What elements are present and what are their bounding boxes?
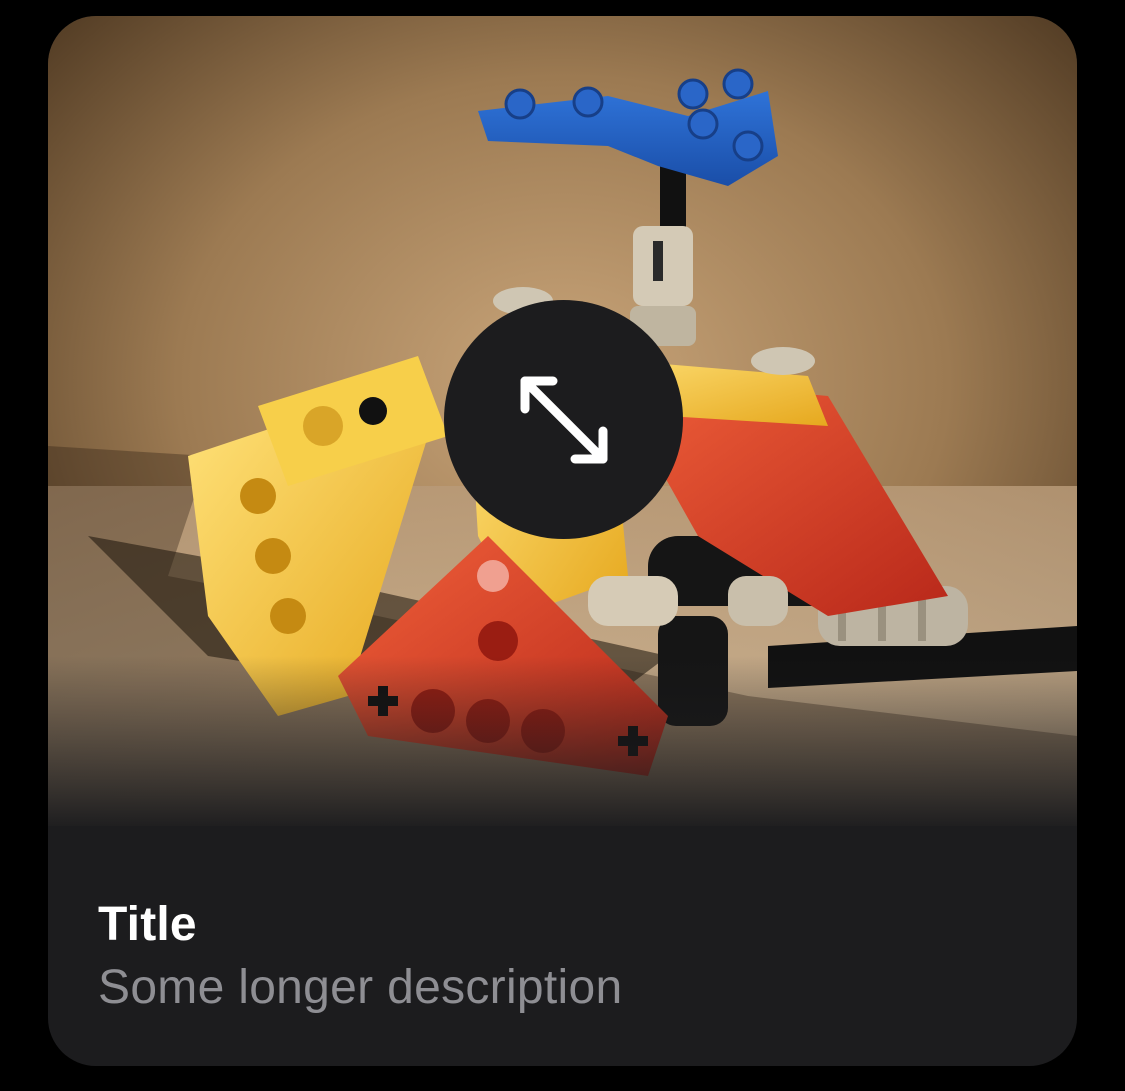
image-fade-overlay bbox=[48, 656, 1077, 826]
media-card[interactable]: Title Some longer description bbox=[48, 16, 1077, 1066]
card-title: Title bbox=[98, 898, 197, 951]
expand-button[interactable] bbox=[444, 300, 683, 539]
arrows-expand-diagonal-icon bbox=[520, 376, 607, 463]
card-caption: Title Some longer description bbox=[98, 894, 1027, 1020]
card-description: Some longer description bbox=[98, 961, 623, 1014]
